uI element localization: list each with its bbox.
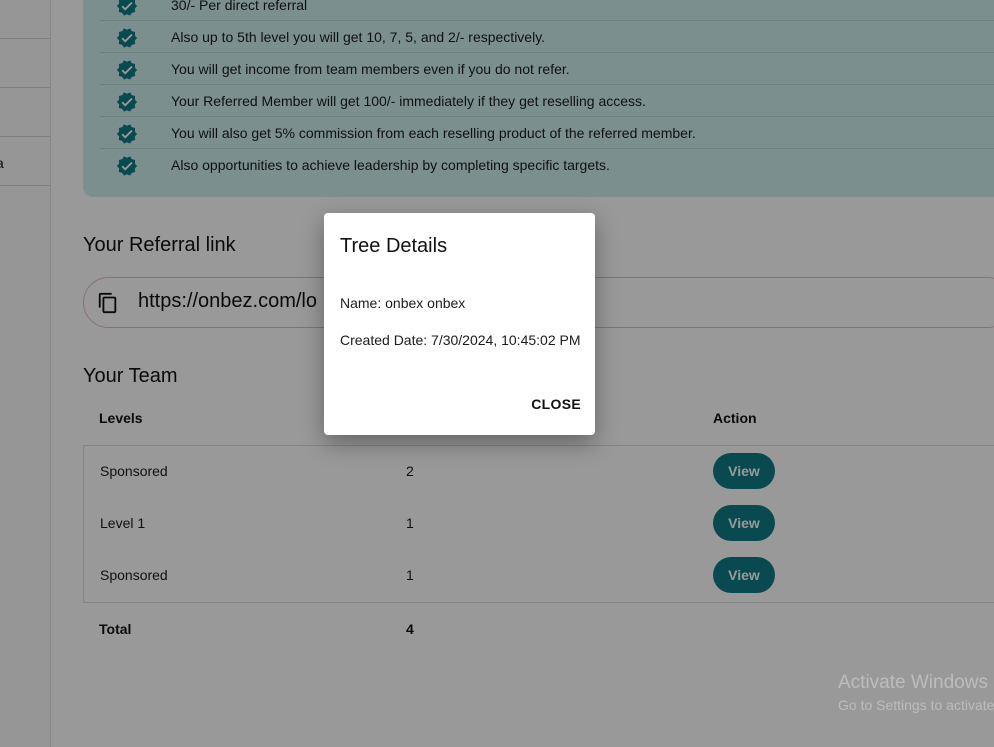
dialog-title: Tree Details	[340, 235, 448, 257]
activation-watermark-title: Activate Windows	[838, 672, 988, 693]
tree-details-dialog: Tree Details Name: onbex onbex Created D…	[324, 213, 595, 435]
activation-watermark-subtitle: Go to Settings to activate Windows.	[838, 697, 994, 713]
dialog-name: Name: onbex onbex	[340, 295, 466, 311]
dialog-created-date: Created Date: 7/30/2024, 10:45:02 PM	[340, 332, 581, 348]
close-button[interactable]: CLOSE	[531, 396, 581, 412]
